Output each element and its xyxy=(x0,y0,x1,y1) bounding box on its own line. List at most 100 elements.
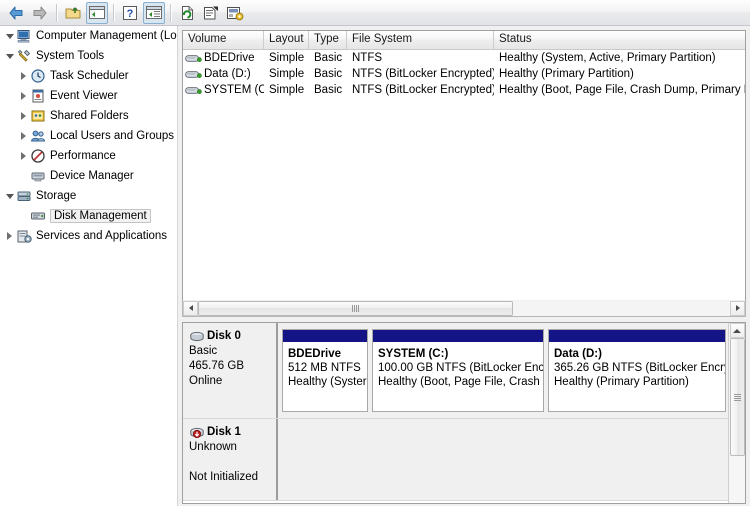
volume-cell-file-system: NTFS (BitLocker Encrypted) xyxy=(352,68,494,80)
triangle-glyph xyxy=(21,132,26,140)
vscroll-thumb[interactable] xyxy=(729,338,745,456)
device-manager-icon xyxy=(30,168,46,184)
grip-icon xyxy=(352,304,359,312)
volume-cell-file-system: NTFS (BitLocker Encrypted) xyxy=(352,84,494,96)
volume-cell-status: Healthy (System, Active, Primary Partiti… xyxy=(499,52,716,64)
tree-item-event-viewer[interactable]: Event Viewer xyxy=(0,86,177,106)
disk-partitions-area: BDEDrive 512 MB NTFS Healthy (Syster SYSTEM… xyxy=(278,323,728,418)
scroll-right-button[interactable] xyxy=(730,300,745,316)
volume-row[interactable]: BDEDrive Simple Basic NTFS Healthy (System, … xyxy=(183,50,745,66)
volume-cell-type: Basic xyxy=(314,52,343,64)
event-viewer-icon xyxy=(32,89,44,103)
forward-button[interactable] xyxy=(29,2,51,24)
partition-block[interactable]: BDEDrive 512 MB NTFS Healthy (Syster xyxy=(282,329,368,412)
chevron-right-icon[interactable] xyxy=(17,130,30,143)
properties-button[interactable] xyxy=(200,2,222,24)
tree-item-label: Event Viewer xyxy=(50,90,118,102)
svg-text:?: ? xyxy=(127,8,134,20)
disk-title: Disk 0 xyxy=(189,329,276,344)
chevron-down-icon[interactable] xyxy=(3,190,16,203)
tree-item-performance[interactable]: Performance xyxy=(0,146,177,166)
hscroll-track[interactable] xyxy=(198,300,730,316)
column-header-layout[interactable]: Layout xyxy=(264,31,309,49)
column-header-status[interactable]: Status xyxy=(494,31,745,49)
rescan-disks-button[interactable] xyxy=(224,2,246,24)
partition-details: SYSTEM (C:) 100.00 GB NTFS (BitLocker Enc… xyxy=(373,343,543,389)
event-viewer-icon xyxy=(30,88,46,104)
chevron-right-icon[interactable] xyxy=(3,230,16,243)
volume-cell-status: Healthy (Boot, Page File, Crash Dump, Pr… xyxy=(499,84,745,96)
refresh-button[interactable] xyxy=(176,2,198,24)
partition-block[interactable]: Data (D:) 365.26 GB NTFS (BitLocker Encry… xyxy=(548,329,726,412)
triangle-glyph xyxy=(21,152,26,160)
tree-item-label: Storage xyxy=(36,190,77,202)
tree-item-label: Disk Management xyxy=(50,209,151,223)
tree-item-device-manager[interactable]: Device Manager xyxy=(0,166,177,186)
tree-item-label: Task Scheduler xyxy=(50,70,129,82)
help-button[interactable]: ? xyxy=(119,2,141,24)
disk-state: Not Initialized xyxy=(189,471,259,483)
volume-list-horizontal-scrollbar[interactable] xyxy=(182,300,746,317)
users-groups-icon xyxy=(30,128,46,144)
partition-status: Healthy (Boot, Page File, Crash xyxy=(378,376,540,388)
disk-info-panel[interactable]: Disk 0 Basic 465.76 GB Online xyxy=(183,323,278,418)
tree-item-label: System Tools xyxy=(36,50,105,62)
scroll-left-button[interactable] xyxy=(183,300,198,316)
tree-item-local-users-and-groups[interactable]: Local Users and Groups xyxy=(0,126,177,146)
volume-cell-status: Healthy (Primary Partition) xyxy=(499,68,634,80)
rescan-disks-icon xyxy=(227,6,244,20)
tree-item-shared-folders[interactable]: Shared Folders xyxy=(0,106,177,126)
show-hide-action-pane-button[interactable] xyxy=(143,1,165,24)
vscroll-track[interactable] xyxy=(729,338,745,503)
volume-row[interactable]: Data (D:) Simple Basic NTFS (BitLocker Encr… xyxy=(183,66,745,82)
refresh-icon xyxy=(181,5,193,20)
tree-item-system-tools[interactable]: System Tools xyxy=(0,46,177,66)
column-header-type[interactable]: Type xyxy=(309,31,347,49)
column-header-file-system[interactable]: File System xyxy=(347,31,494,49)
volume-row[interactable]: SYSTEM (C:) Simple Basic NTFS (BitLocker En… xyxy=(183,82,745,98)
arrow-left-icon xyxy=(188,305,193,311)
clock-icon xyxy=(30,68,46,84)
scroll-up-button[interactable] xyxy=(729,323,745,338)
chevron-right-icon[interactable] xyxy=(17,150,30,163)
graphical-view-vertical-scrollbar[interactable] xyxy=(728,323,745,503)
partition-name: SYSTEM (C:) xyxy=(378,348,449,360)
tree-item-disk-management[interactable]: Disk Management xyxy=(0,206,177,226)
disk-info-panel[interactable]: Disk 1 Unknown Not Initialized xyxy=(183,419,278,500)
volume-icon xyxy=(185,70,202,78)
up-one-level-button[interactable] xyxy=(62,2,84,24)
services-icon xyxy=(16,228,32,244)
chevron-down-icon[interactable] xyxy=(3,30,16,43)
volume-cell-volume: SYSTEM (C:) xyxy=(183,84,264,96)
chevron-right-icon[interactable] xyxy=(17,110,30,123)
back-button[interactable] xyxy=(5,2,27,24)
partition-block[interactable]: SYSTEM (C:) 100.00 GB NTFS (BitLocker Enc… xyxy=(372,329,544,412)
tree-item-label: Local Users and Groups xyxy=(50,130,175,142)
tree-item-label: Performance xyxy=(50,150,116,162)
arrow-up-icon xyxy=(733,328,741,333)
volume-name-text: SYSTEM (C:) xyxy=(204,84,264,96)
column-header-volume[interactable]: Volume xyxy=(183,31,264,49)
show-hide-console-tree-button[interactable] xyxy=(86,1,108,24)
chevron-right-icon[interactable] xyxy=(17,90,30,103)
hscroll-thumb[interactable] xyxy=(198,300,513,316)
disk-row[interactable]: Disk 1 Unknown Not Initialized xyxy=(183,419,728,501)
users-groups-icon xyxy=(30,130,46,142)
disk-row[interactable]: Disk 0 Basic 465.76 GB Online BDEDrive 512 MB… xyxy=(183,323,728,419)
disk-icon xyxy=(190,331,204,341)
tree-item-services-and-applications[interactable]: Services and Applications xyxy=(0,226,177,246)
volume-name-text: Data (D:) xyxy=(204,68,251,80)
forward-arrow-icon xyxy=(33,6,47,19)
disk-management-icon xyxy=(30,208,46,224)
chevron-right-icon[interactable] xyxy=(17,70,30,83)
services-icon xyxy=(17,230,32,243)
disk-type: Basic xyxy=(189,345,218,357)
chevron-down-icon[interactable] xyxy=(3,50,16,63)
tree-item-computer-management-local[interactable]: Computer Management (Local xyxy=(0,26,177,46)
storage-icon xyxy=(16,188,32,204)
tree-item-task-scheduler[interactable]: Task Scheduler xyxy=(0,66,177,86)
tree-item-storage[interactable]: Storage xyxy=(0,186,177,206)
triangle-glyph xyxy=(7,232,12,240)
tree-item-label: Computer Management (Local xyxy=(36,30,178,42)
disk-type: Unknown xyxy=(189,441,237,453)
